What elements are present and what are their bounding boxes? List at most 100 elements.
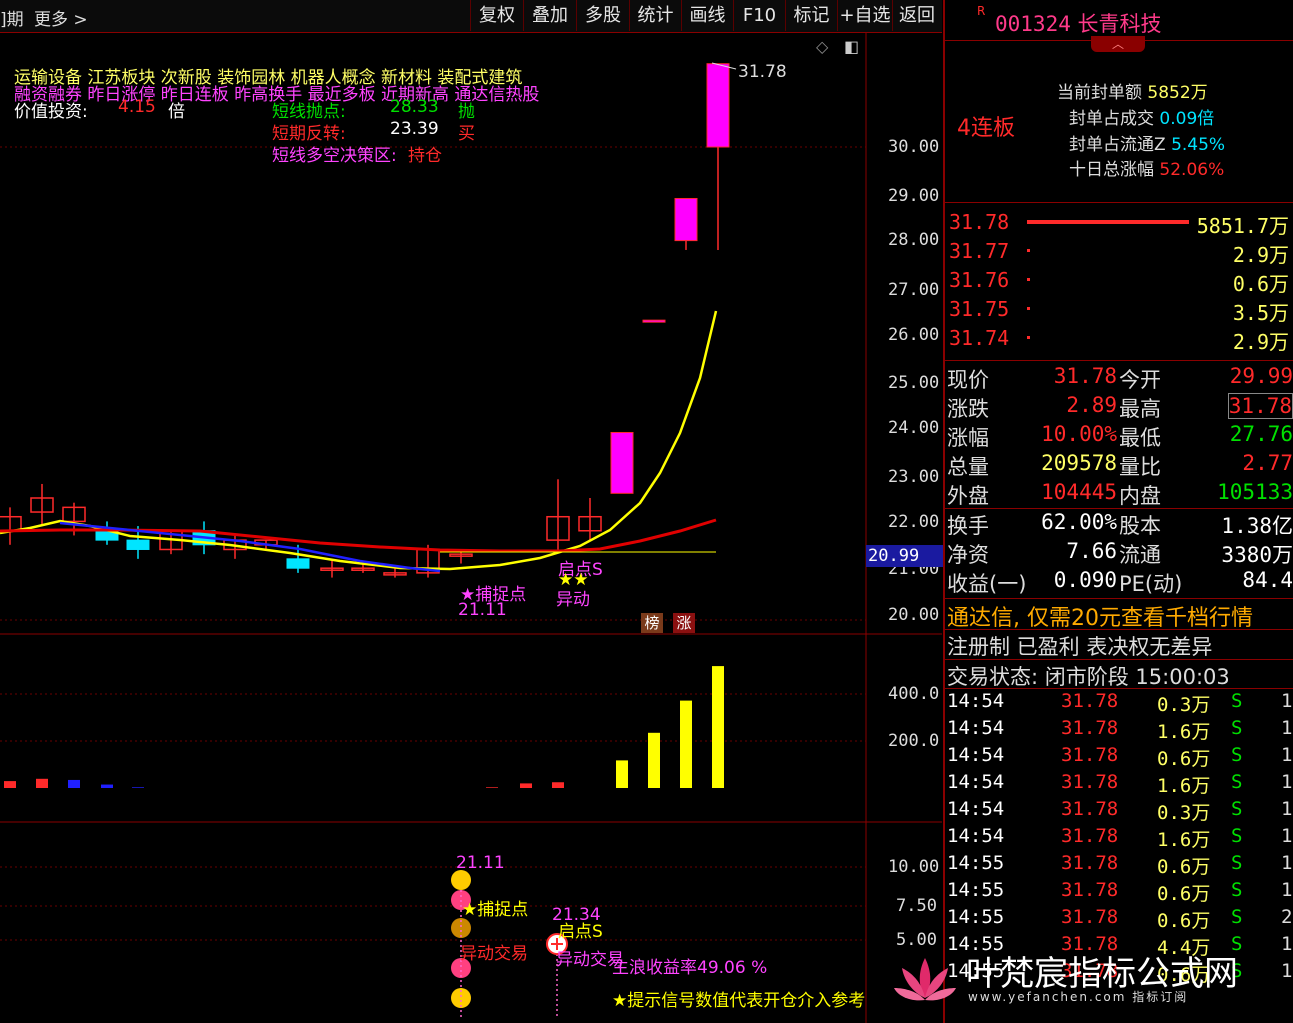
quote-value: 31.78 [1053, 364, 1117, 388]
more-label: 更多 [34, 10, 68, 30]
stock-title: 001324 长青科技 [995, 8, 1293, 38]
chart-canvas [0, 33, 942, 1023]
price-tick: 23.00 [888, 467, 940, 487]
quote-value: 27.76 [1229, 422, 1293, 446]
tick-volume: 0.3万 [1157, 694, 1211, 716]
ind-start: 启点S [558, 922, 603, 942]
bid-volume-bar [1027, 220, 1189, 224]
seal-float-label: 封单占流通Z [1069, 135, 1166, 155]
tick-time: 14:55 [947, 879, 1005, 901]
watermark-sub: www.yefanchen.com 指标订阅 [968, 990, 1189, 1004]
panel-toggle-icon[interactable]: ◧ [844, 37, 859, 56]
volume-bar [712, 666, 724, 788]
period-fragment[interactable]: ]期 [0, 5, 24, 30]
badge-bang[interactable]: 榜 [641, 613, 663, 633]
watermark-lotus-icon [892, 952, 958, 1012]
toolbar-button[interactable]: +自选 [837, 0, 892, 31]
toolbar-button[interactable]: 复权 [470, 0, 523, 31]
toolbar-button[interactable]: 标记 [785, 0, 837, 31]
vol-tick: 200.0 [888, 731, 940, 751]
tick-count: 1 [1281, 852, 1293, 874]
decision-value: 持仓 [408, 146, 442, 166]
ind-tick: 10.00 [888, 857, 940, 877]
current-price-tag: 20.99 [866, 545, 944, 567]
tick-price: 31.78 [1061, 825, 1119, 847]
quote-panel: R 001324 长青科技 ︿ 4连板 当前封单额 5852万 封单占成交 0.… [943, 0, 1293, 1023]
candle-body [674, 197, 698, 242]
sell-point-value: 28.33 [390, 97, 439, 117]
signal-emoji-icon [451, 870, 471, 890]
fund-label: 净资 [947, 543, 989, 567]
ind-price1: 21.11 [456, 853, 505, 873]
ad-banner[interactable]: 通达信, 仅需20元查看千档行情 [947, 600, 1293, 632]
tick-side: S [1231, 879, 1243, 901]
toolbar-button[interactable]: F10 [733, 0, 785, 31]
tick-volume: 0.6万 [1157, 883, 1211, 905]
toolbar-button[interactable]: 统计 [629, 0, 681, 31]
ind-catch: ★捕捉点 [462, 900, 529, 920]
seal-amount-value: 5852万 [1147, 83, 1208, 103]
tick-volume: 1.6万 [1157, 829, 1211, 851]
quote-label: 量比 [1119, 455, 1161, 479]
tick-side: S [1231, 798, 1243, 820]
candle-body [610, 431, 634, 494]
toolbar-button[interactable]: 画线 [681, 0, 733, 31]
bid-volume-bar [1027, 307, 1030, 310]
tick-time: 14:55 [947, 906, 1005, 928]
quote-value: 2.77 [1242, 451, 1293, 475]
fund-label: 换手 [947, 514, 989, 538]
kline-chart[interactable]: 运输设备 江苏板块 次新股 装饰园林 机器人概念 新材料 装配式建筑 融资融券 … [0, 33, 944, 1023]
tick-side: S [1231, 690, 1243, 712]
quote-value: 31.78 [1227, 393, 1293, 419]
stock-name: 长青科技 [1077, 12, 1162, 36]
fund-label: 流通 [1119, 543, 1161, 567]
tick-price: 31.78 [1061, 906, 1119, 928]
toolbar-button[interactable]: 返回 [892, 0, 941, 31]
quote-label: 现价 [947, 368, 989, 392]
value-invest-num: 4.15 [118, 97, 156, 117]
ind-return: 主浪收益率49.06 % [612, 958, 768, 978]
seal-float-row: 封单占流通Z 5.45% [1069, 130, 1293, 155]
reversal-tag: 买 [458, 124, 475, 144]
tick-side: S [1231, 825, 1243, 847]
bid-volume: 0.6万 [1232, 272, 1289, 296]
quote-label: 最高 [1119, 397, 1161, 421]
vol-tick: 400.0 [888, 684, 940, 704]
quote-label: 外盘 [947, 484, 989, 508]
volume-bar [648, 732, 660, 788]
candle-body [642, 319, 666, 323]
seal-trade-row: 封单占成交 0.09倍 [1069, 104, 1293, 129]
more-menu[interactable]: 更多 > [34, 5, 88, 30]
price-tick: 27.00 [888, 280, 940, 300]
seal-trade-value: 0.09倍 [1159, 109, 1215, 129]
tick-volume: 0.6万 [1157, 748, 1211, 770]
collapse-icon[interactable]: ︿ [1091, 36, 1145, 52]
bid-volume: 2.9万 [1232, 330, 1289, 354]
quote-value: 10.00% [1041, 422, 1117, 446]
toolbar-button[interactable]: 多股 [576, 0, 629, 31]
tick-time: 14:54 [947, 744, 1005, 766]
diamond-icon[interactable]: ◇ [816, 37, 828, 56]
tick-count: 1 [1281, 933, 1293, 955]
tick-time: 14:54 [947, 717, 1005, 739]
tick-count: 1 [1281, 879, 1293, 901]
volume-bar [520, 783, 532, 788]
tick-side: S [1231, 906, 1243, 928]
tick-price: 31.78 [1061, 771, 1119, 793]
bid-volume: 3.5万 [1232, 301, 1289, 325]
volume-bar [4, 781, 16, 788]
price-tick: 28.00 [888, 230, 940, 250]
tick-side: S [1231, 717, 1243, 739]
tick-price: 31.78 [1061, 744, 1119, 766]
tick-volume: 1.6万 [1157, 775, 1211, 797]
tick-count: 1 [1281, 960, 1293, 982]
volume-bar [680, 700, 692, 788]
bid-price: 31.74 [949, 326, 1010, 350]
toolbar-button[interactable]: 叠加 [523, 0, 576, 31]
high-price-label: 31.78 [738, 62, 787, 82]
badge-zhang[interactable]: 涨 [673, 613, 695, 633]
tick-count: 1 [1281, 771, 1293, 793]
chevron-right-icon: > [73, 10, 88, 30]
tick-count: 1 [1281, 717, 1293, 739]
quote-label: 涨跌 [947, 397, 989, 421]
